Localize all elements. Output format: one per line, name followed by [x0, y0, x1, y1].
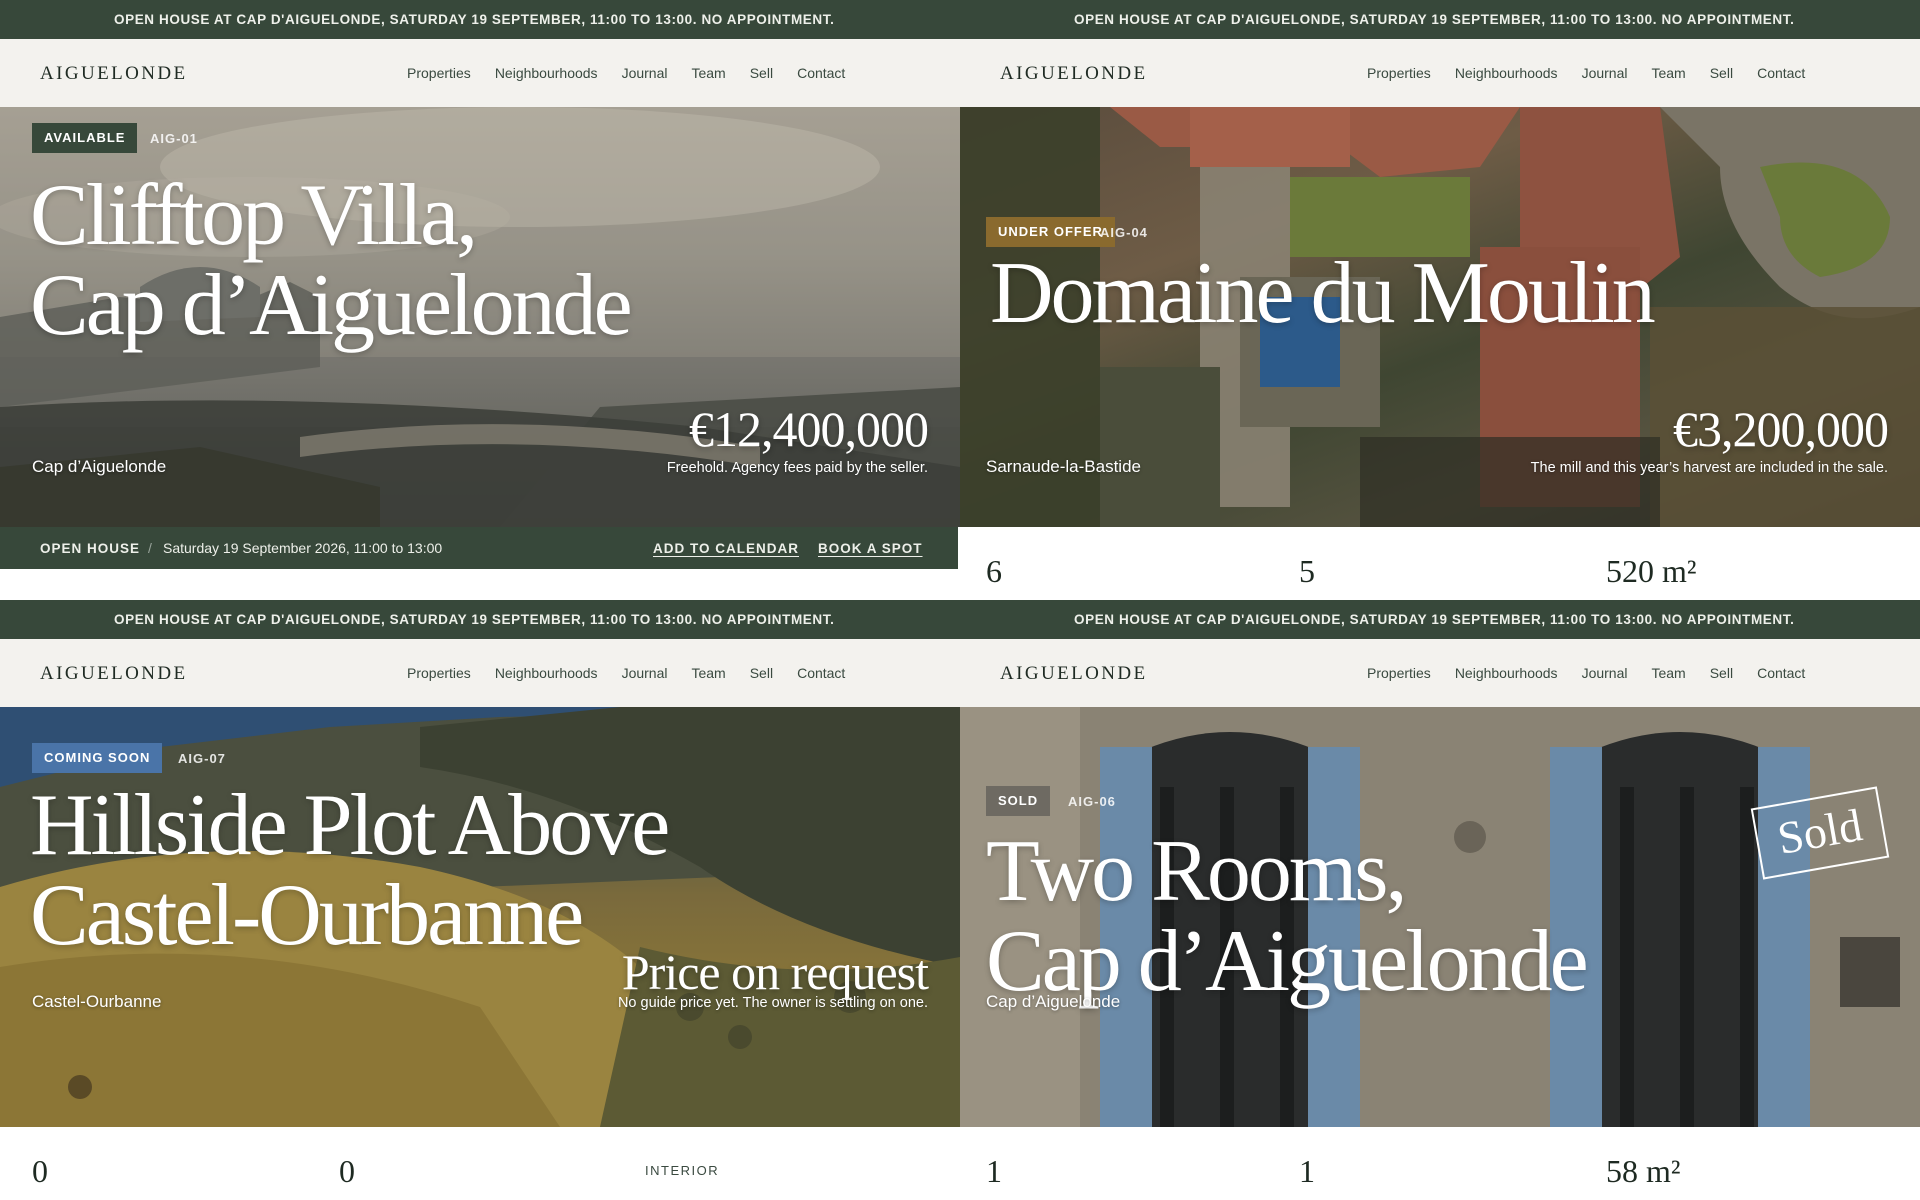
title-line-2: Castel-Ourbanne [30, 867, 584, 964]
listing-panel-domaine-du-moulin: OPEN HOUSE AT CAP D'AIGUELONDE, SATURDAY… [960, 0, 1920, 600]
nav-journal[interactable]: Journal [622, 665, 668, 681]
listing-ref: AIG-04 [1100, 225, 1148, 240]
stat-bedrooms: 1 [986, 1153, 1002, 1189]
stat-bathrooms: 0 [339, 1153, 355, 1189]
site-logo[interactable]: AIGUELONDE [1000, 663, 1147, 685]
main-nav: Properties Neighbourhoods Journal Team Sell C… [1367, 65, 1829, 81]
nav-sell[interactable]: Sell [750, 665, 773, 681]
status-badge: SOLD [986, 786, 1051, 816]
nav-neighbourhoods[interactable]: Neighbourhoods [1455, 665, 1558, 681]
stat-interior-label: INTERIOR [645, 1163, 720, 1178]
site-header: AIGUELONDE Properties Neighbourhoods Journ… [0, 639, 960, 707]
listing-ref: AIG-06 [1068, 794, 1116, 809]
nav-team[interactable]: Team [1651, 65, 1685, 81]
nav-contact[interactable]: Contact [1757, 65, 1805, 81]
listing-stats: 1 1 58 m² [960, 1127, 1920, 1200]
nav-sell[interactable]: Sell [750, 65, 773, 81]
hero-image: COMING SOON AIG-07 Hillside Plot Above C… [0, 707, 960, 1127]
nav-sell[interactable]: Sell [1710, 65, 1733, 81]
nav-neighbourhoods[interactable]: Neighbourhoods [1455, 65, 1558, 81]
nav-team[interactable]: Team [691, 665, 725, 681]
listing-panel-clifftop-villa: OPEN HOUSE AT CAP D'AIGUELONDE, SATURDAY… [0, 0, 960, 600]
listing-price: €3,200,000 [1673, 401, 1889, 457]
listing-stats: 0 0 INTERIOR [0, 1127, 960, 1200]
listing-ref: AIG-07 [178, 751, 226, 766]
open-house-date: Saturday 19 September 2026, 11:00 to 13:… [163, 540, 443, 556]
nav-properties[interactable]: Properties [407, 65, 471, 81]
nav-journal[interactable]: Journal [1582, 665, 1628, 681]
hero-image: UNDER OFFER AIG-04 Domaine du Moulin €3,… [960, 107, 1920, 527]
listing-panel-hillside-plot: OPEN HOUSE AT CAP D'AIGUELONDE, SATURDAY… [0, 600, 960, 1200]
nav-neighbourhoods[interactable]: Neighbourhoods [495, 65, 598, 81]
stat-bathrooms: 1 [1299, 1153, 1315, 1189]
price-note: The mill and this year’s harvest are inc… [1530, 460, 1888, 476]
nav-journal[interactable]: Journal [1582, 65, 1628, 81]
site-header: AIGUELONDE Properties Neighbourhoods Journ… [0, 39, 960, 107]
site-logo[interactable]: AIGUELONDE [1000, 63, 1147, 85]
status-badge: AVAILABLE [32, 123, 138, 153]
open-house-bar: OPEN HOUSE / Saturday 19 September 2026,… [0, 527, 958, 569]
nav-properties[interactable]: Properties [1367, 65, 1431, 81]
screenshot-grid: OPEN HOUSE AT CAP D'AIGUELONDE, SATURDAY… [0, 0, 1920, 1200]
listing-title: Clifftop Villa, Cap d’Aiguelonde [30, 167, 633, 354]
nav-contact[interactable]: Contact [797, 65, 845, 81]
site-logo[interactable]: AIGUELONDE [40, 63, 187, 85]
status-badge: COMING SOON [32, 743, 163, 773]
listing-title: Two Rooms, Cap d’Aiguelonde [986, 823, 1589, 1007]
listing-locality: Sarnaude-la-Bastide [986, 457, 1141, 476]
announcement-bar: OPEN HOUSE AT CAP D'AIGUELONDE, SATURDAY… [0, 600, 960, 639]
announcement-bar: OPEN HOUSE AT CAP D'AIGUELONDE, SATURDAY… [960, 600, 1920, 639]
listing-locality: Castel-Ourbanne [32, 992, 162, 1011]
listing-title: Hillside Plot Above Castel-Ourbanne [30, 777, 670, 964]
stat-interior: 58 m² [1606, 1153, 1681, 1189]
listing-title: Domaine du Moulin [990, 245, 1656, 342]
listing-panel-two-rooms: OPEN HOUSE AT CAP D'AIGUELONDE, SATURDAY… [960, 600, 1920, 1200]
listing-price: €12,400,000 [689, 401, 929, 457]
main-nav: Properties Neighbourhoods Journal Team Sell C… [1367, 665, 1829, 681]
site-header: AIGUELONDE Properties Neighbourhoods Journ… [960, 639, 1920, 707]
main-nav: Properties Neighbourhoods Journal Team Sell C… [407, 665, 869, 681]
add-to-calendar-link[interactable]: ADD TO CALENDAR [653, 541, 799, 556]
listing-price: Price on request [621, 944, 929, 1000]
stat-interior: 520 m² [1606, 553, 1697, 589]
nav-sell[interactable]: Sell [1710, 665, 1733, 681]
hero-image: SOLD AIG-06 Sold Two Rooms, Cap d’Aiguel… [960, 707, 1920, 1127]
status-badge: UNDER OFFER [986, 217, 1115, 247]
announcement-bar: OPEN HOUSE AT CAP D'AIGUELONDE, SATURDAY… [0, 0, 960, 39]
open-house-label: OPEN HOUSE [40, 541, 141, 556]
nav-team[interactable]: Team [691, 65, 725, 81]
listing-locality: Cap d’Aiguelonde [32, 457, 167, 476]
site-logo[interactable]: AIGUELONDE [40, 663, 187, 685]
stat-bathrooms: 5 [1299, 553, 1315, 589]
main-nav: Properties Neighbourhoods Journal Team Sell C… [407, 65, 869, 81]
nav-neighbourhoods[interactable]: Neighbourhoods [495, 665, 598, 681]
nav-properties[interactable]: Properties [1367, 665, 1431, 681]
site-header: AIGUELONDE Properties Neighbourhoods Journ… [960, 39, 1920, 107]
listing-stats: 6 5 520 m² [960, 527, 1920, 600]
book-a-spot-link[interactable]: BOOK A SPOT [818, 541, 923, 556]
stat-bedrooms: 6 [986, 553, 1002, 589]
announcement-bar: OPEN HOUSE AT CAP D'AIGUELONDE, SATURDAY… [960, 0, 1920, 39]
title-line-1: Domaine du Moulin [990, 245, 1656, 342]
title-line-1: Hillside Plot Above [30, 777, 670, 874]
title-line-1: Clifftop Villa, [30, 167, 478, 264]
open-house-separator: / [148, 540, 152, 556]
title-line-2: Cap d’Aiguelonde [30, 257, 633, 354]
nav-properties[interactable]: Properties [407, 665, 471, 681]
nav-contact[interactable]: Contact [797, 665, 845, 681]
price-note: Freehold. Agency fees paid by the seller… [666, 460, 928, 476]
nav-team[interactable]: Team [1651, 665, 1685, 681]
stat-bedrooms: 0 [32, 1153, 48, 1189]
listing-ref: AIG-01 [150, 131, 198, 146]
hero-image: AVAILABLE AIG-01 Clifftop Villa, Cap d’A… [0, 107, 960, 527]
nav-contact[interactable]: Contact [1757, 665, 1805, 681]
price-note: No guide price yet. The owner is settlin… [617, 995, 928, 1011]
listing-locality: Cap d’Aiguelonde [986, 992, 1121, 1011]
title-line-1: Two Rooms, [986, 823, 1408, 920]
nav-journal[interactable]: Journal [622, 65, 668, 81]
